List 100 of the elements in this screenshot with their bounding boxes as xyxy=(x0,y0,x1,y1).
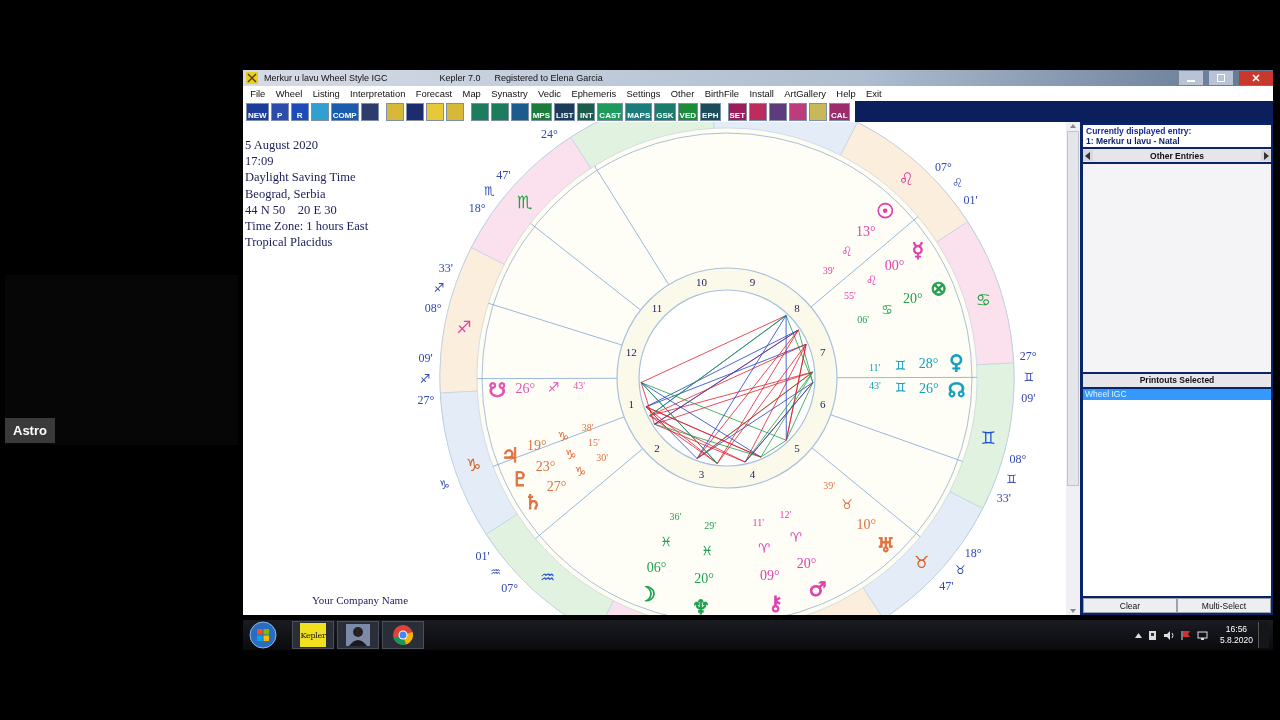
chart-info-line: Daylight Saving Time xyxy=(245,169,357,186)
toolbar-button[interactable]: SET xyxy=(727,102,748,121)
left-arrow-icon xyxy=(1085,151,1091,160)
menu-item[interactable]: Interpretation xyxy=(344,88,411,99)
taskbar-app[interactable] xyxy=(382,621,424,649)
cusp-degree: 18° xyxy=(964,545,982,560)
planet-sign: ♌ xyxy=(840,244,853,260)
house-number: 12 xyxy=(625,346,637,359)
taskbar-app[interactable]: Kepler xyxy=(292,621,334,649)
planet-minutes: 06' xyxy=(857,314,870,326)
planet-sign: ♐ xyxy=(547,379,560,395)
planet-sign: ♓ xyxy=(660,533,673,549)
list-header: Other Entries xyxy=(1149,150,1205,161)
menu-item[interactable]: Listing xyxy=(307,88,345,99)
toolbar-button[interactable] xyxy=(405,102,424,121)
planet-glyph: ♃ xyxy=(501,443,520,468)
panel-button[interactable]: Clear xyxy=(1083,598,1177,613)
browser-icon xyxy=(392,624,414,646)
menu-item[interactable]: Ephemeris xyxy=(566,88,622,99)
toolbar-button[interactable]: EPH xyxy=(700,102,721,121)
toolbar-button[interactable] xyxy=(769,102,788,121)
start-button[interactable] xyxy=(249,621,277,649)
taskbar-app[interactable] xyxy=(337,621,379,649)
scroll-thumb[interactable] xyxy=(1067,131,1079,486)
chart-info-line: 17:09 xyxy=(245,153,275,170)
menu-item[interactable]: Vedic xyxy=(532,88,567,99)
toolbar-button[interactable]: CAST xyxy=(597,102,624,121)
planet-glyph: ♅ xyxy=(876,532,895,557)
chart-info-line: 44 N 50 20 E 30 xyxy=(245,201,338,218)
toolbar-button[interactable]: GSK xyxy=(654,102,676,121)
tray-expand-icon[interactable] xyxy=(1134,632,1142,638)
previous-button[interactable] xyxy=(1083,150,1093,161)
show-desktop-button[interactable] xyxy=(1258,622,1269,648)
house-number: 1 xyxy=(628,397,635,410)
cusp-degree: 18° xyxy=(468,201,486,216)
menu-item[interactable]: BirthFile xyxy=(699,88,745,99)
planet-degree: 19° xyxy=(526,438,547,454)
zodiac-sign: ♑ xyxy=(466,455,482,476)
menu-item[interactable]: ArtGallery xyxy=(779,88,832,99)
menu-item[interactable]: Settings xyxy=(621,88,666,99)
planet-minutes: 11' xyxy=(868,362,881,374)
menu-item[interactable]: Wheel xyxy=(270,88,308,99)
toolbar-button[interactable]: VED xyxy=(677,102,699,121)
scrollbar[interactable] xyxy=(1066,122,1080,615)
scroll-down-icon[interactable] xyxy=(1069,607,1077,615)
planet-degree: 20° xyxy=(694,571,714,587)
list-header: Printouts Selected xyxy=(1138,375,1216,385)
toolbar-button[interactable] xyxy=(749,102,768,121)
version-label: Kepler 7.0 xyxy=(439,73,481,83)
menu-item[interactable]: Exit xyxy=(860,88,887,99)
menu-item[interactable]: Help xyxy=(831,88,861,99)
toolbar-button[interactable]: NEW xyxy=(246,102,269,121)
cusp-sign: ♒ xyxy=(490,565,502,580)
menu-item[interactable]: Forecast xyxy=(410,88,458,99)
planet-sign: ♑ xyxy=(564,446,577,462)
toolbar-button[interactable]: R xyxy=(290,102,309,121)
next-button[interactable] xyxy=(1261,150,1271,161)
current-entry: 1: Merkur u lavu - Natal xyxy=(1086,136,1181,146)
cusp-minutes: 09' xyxy=(418,350,433,365)
planet-degree: 20° xyxy=(796,556,817,572)
cusp-sign: ♉ xyxy=(955,562,966,577)
planet-minutes: 11' xyxy=(752,517,764,529)
clock-time: 16:56 xyxy=(1225,624,1248,635)
toolbar-button[interactable] xyxy=(510,102,529,121)
cusp-degree: 07° xyxy=(935,160,952,175)
close-button[interactable] xyxy=(1239,71,1273,85)
house-number: 8 xyxy=(794,302,800,314)
zodiac-sign: ♒ xyxy=(540,567,556,588)
planet-minutes: 30' xyxy=(596,452,609,463)
flag-icon[interactable] xyxy=(1179,629,1192,641)
network-icon[interactable] xyxy=(1196,629,1209,641)
speaker-icon[interactable] xyxy=(1162,629,1175,641)
toolbar-button[interactable]: MAPS xyxy=(625,102,653,121)
panel-button[interactable]: Multi-Select xyxy=(1177,598,1271,613)
toolbar-button[interactable]: LIST xyxy=(554,102,576,121)
planet-sign: ♊ xyxy=(894,379,907,395)
house-number: 11 xyxy=(651,302,663,314)
person-icon xyxy=(346,624,370,646)
menu-item[interactable]: Synastry xyxy=(486,88,533,99)
planet-degree: 20° xyxy=(903,291,923,307)
cusp-sign: ♊ xyxy=(1006,471,1018,486)
cusp-sign: ♏ xyxy=(484,184,496,199)
planet-minutes: 36' xyxy=(669,511,682,523)
toolbar-button[interactable]: COMP xyxy=(330,102,359,121)
cusp-minutes: 09' xyxy=(1021,391,1036,406)
menu-item[interactable]: Install xyxy=(744,88,780,99)
menu-item[interactable]: File xyxy=(245,88,271,99)
planet-sign: ♑ xyxy=(574,464,587,479)
device-icon[interactable] xyxy=(1146,629,1158,641)
toolbar-button[interactable] xyxy=(360,102,379,121)
toolbar-button[interactable]: P xyxy=(270,102,289,121)
toolbar-button[interactable]: CAL xyxy=(829,102,850,121)
toolbar-button[interactable]: MPS xyxy=(530,102,552,121)
menu-item[interactable]: Other xyxy=(665,88,700,99)
planet-glyph: ⊗ xyxy=(930,275,947,300)
toolbar-button[interactable]: INT xyxy=(577,102,596,121)
planet-sign: ♓ xyxy=(701,543,714,559)
planet-sign: ♊ xyxy=(894,358,907,374)
cusp-sign: ♑ xyxy=(439,477,450,492)
menu-item[interactable]: Map xyxy=(457,88,487,99)
